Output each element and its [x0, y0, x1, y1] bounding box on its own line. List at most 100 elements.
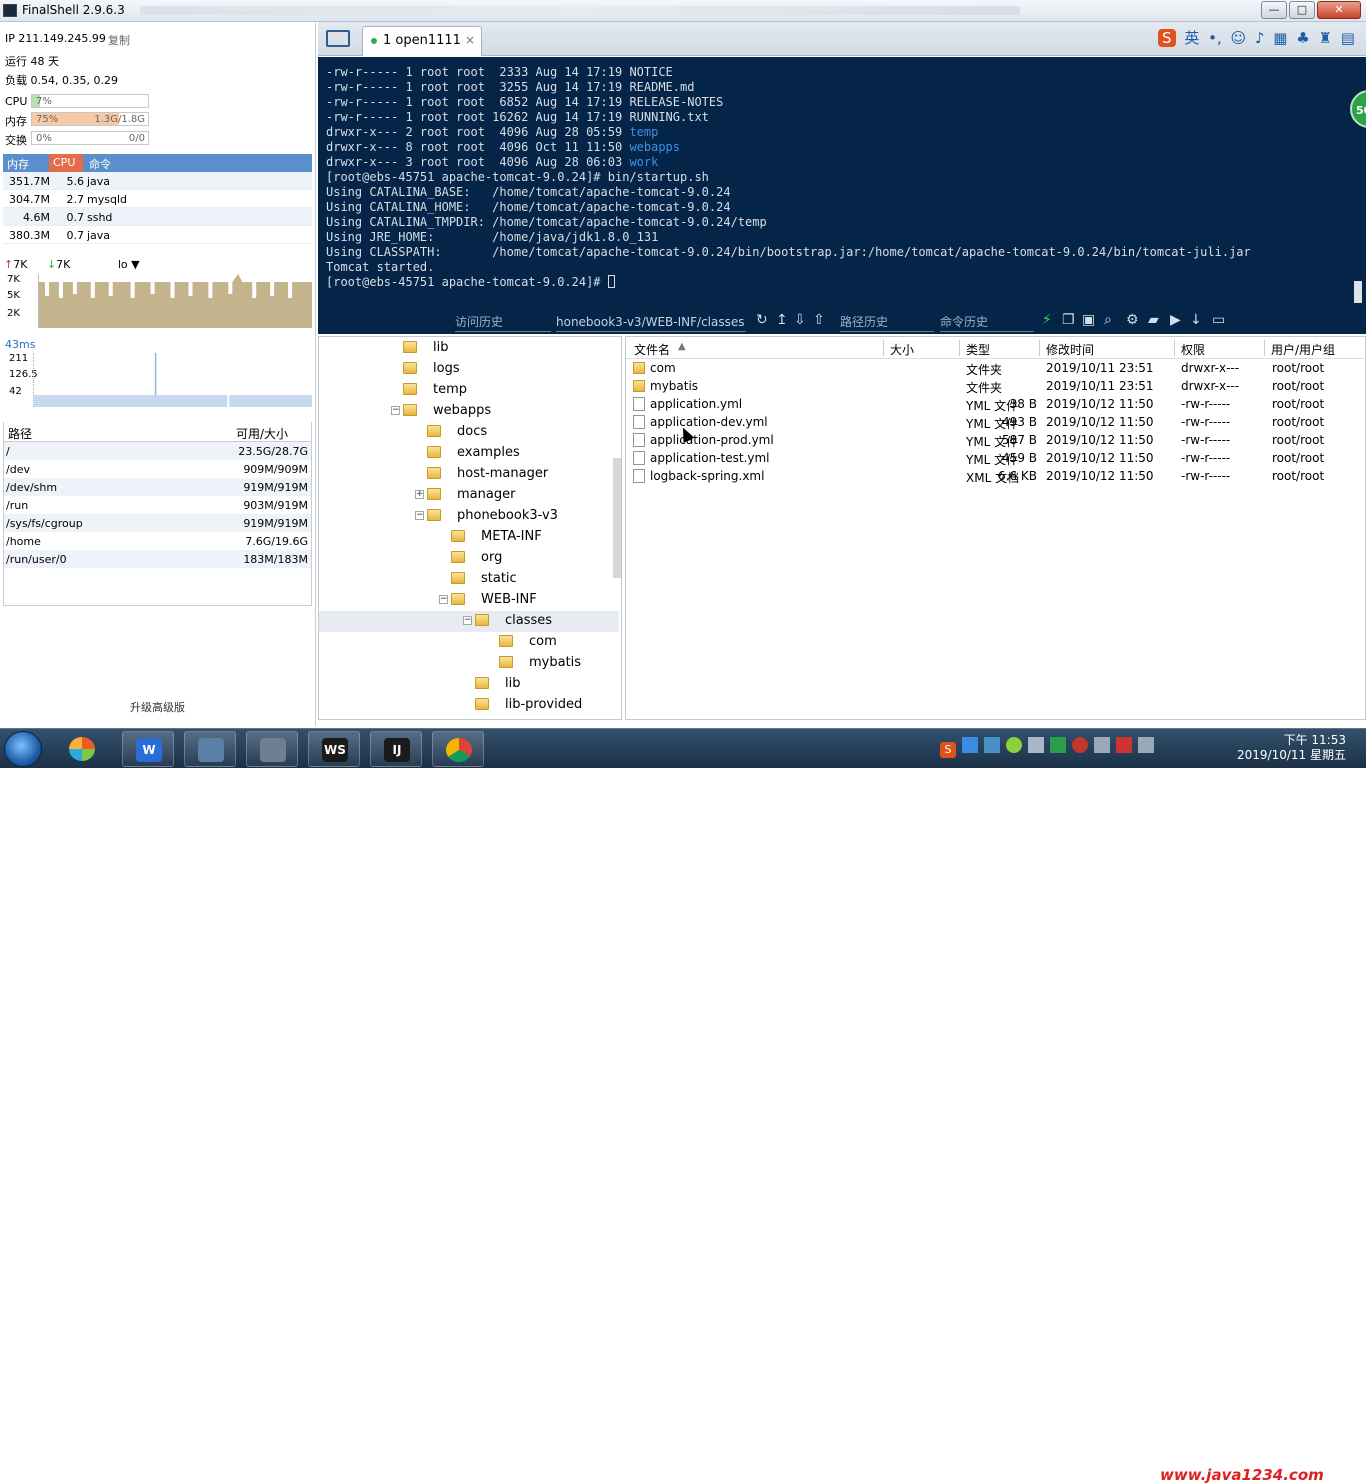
- maximize-button[interactable]: □: [1289, 1, 1315, 19]
- mic-icon[interactable]: ♪: [1255, 29, 1265, 47]
- process-row[interactable]: 304.7M 2.7 mysqld: [3, 190, 312, 208]
- tree-item[interactable]: org: [319, 548, 619, 569]
- lightning-icon[interactable]: ⚡: [1042, 312, 1052, 328]
- command-history[interactable]: 命令历史: [940, 312, 1034, 332]
- col-mtime[interactable]: 修改时间: [1046, 341, 1094, 358]
- file-row[interactable]: logback-spring.xml 6.6 KB XML 文档 2019/10/12…: [626, 467, 1366, 485]
- tree-expander-icon[interactable]: −: [415, 511, 424, 520]
- search-icon[interactable]: ⌕: [1104, 312, 1112, 328]
- grid-icon[interactable]: ▤: [1341, 29, 1355, 47]
- col-cpu[interactable]: CPU: [49, 154, 83, 172]
- download-icon[interactable]: ⇩: [794, 312, 806, 328]
- window-icon[interactable]: ▭: [1212, 312, 1225, 328]
- tree-item[interactable]: examples: [319, 443, 619, 464]
- tray-display-icon[interactable]: [1028, 737, 1044, 753]
- terminal-scrollbar[interactable]: [1354, 281, 1362, 303]
- process-row[interactable]: 351.7M 5.6 java: [3, 172, 312, 190]
- path-input[interactable]: honebook3-v3/WEB-INF/classes: [556, 312, 746, 332]
- gear-icon[interactable]: ⚙: [1126, 312, 1139, 328]
- refresh-icon[interactable]: ↻: [756, 312, 768, 328]
- visit-history[interactable]: 访问历史: [455, 312, 551, 332]
- sogou-tray-icon[interactable]: S: [940, 742, 956, 758]
- emoji-icon[interactable]: ☺: [1231, 29, 1247, 47]
- tree-expander-icon[interactable]: −: [391, 406, 400, 415]
- col-owner[interactable]: 用户/用户组: [1271, 341, 1335, 358]
- clock[interactable]: 下午 11:53 2019/10/11 星期五: [1237, 733, 1346, 763]
- file-row[interactable]: application-dev.yml 493 B YML 文件 2019/10/12…: [626, 413, 1366, 431]
- file-row[interactable]: application-test.yml 459 B YML 文件 2019/10/1…: [626, 449, 1366, 467]
- punctuation-icon[interactable]: •,: [1208, 29, 1222, 47]
- tree-item[interactable]: − webapps: [319, 401, 619, 422]
- tree-item[interactable]: lib: [319, 674, 619, 695]
- upload-icon[interactable]: ⇧: [813, 312, 825, 328]
- col-type[interactable]: 类型: [966, 341, 990, 358]
- process-row[interactable]: 4.6M 0.7 sshd: [3, 208, 312, 226]
- path-history[interactable]: 路径历史: [840, 312, 934, 332]
- minimize-button[interactable]: —: [1261, 1, 1287, 19]
- tree-scrollbar[interactable]: [613, 458, 621, 578]
- sort-asc-icon[interactable]: ▲: [678, 341, 686, 352]
- col-filename[interactable]: 文件名: [634, 341, 670, 358]
- tree-expander-icon[interactable]: +: [415, 490, 424, 499]
- keyboard-icon[interactable]: ▦: [1273, 29, 1287, 47]
- tray-app-icon[interactable]: [962, 737, 978, 753]
- taskbar-app-chrome[interactable]: [432, 731, 484, 767]
- disk-row[interactable]: /run/user/0 183M/183M: [4, 550, 311, 568]
- folder-icon[interactable]: [326, 30, 350, 47]
- col-perm[interactable]: 权限: [1181, 341, 1205, 358]
- paste-icon[interactable]: ▣: [1082, 312, 1095, 328]
- ime-language[interactable]: 英: [1184, 27, 1199, 48]
- tree-item[interactable]: + manager: [319, 485, 619, 506]
- col-mem[interactable]: 内存: [7, 156, 29, 172]
- shirt-icon[interactable]: ♜: [1319, 29, 1332, 47]
- disk-row[interactable]: /dev/shm 919M/919M: [4, 478, 311, 496]
- col-size[interactable]: 大小: [890, 341, 914, 358]
- disk-row[interactable]: /dev 909M/909M: [4, 460, 311, 478]
- arrow-down-icon[interactable]: ↓: [1190, 312, 1202, 328]
- tray-flag-icon[interactable]: [1116, 737, 1132, 753]
- play-icon[interactable]: ▶: [1170, 312, 1181, 328]
- interface-select[interactable]: lo: [118, 258, 128, 271]
- taskbar-app-wps[interactable]: W: [122, 731, 174, 767]
- process-row[interactable]: 380.3M 0.7 java: [3, 226, 312, 244]
- tray-shield-icon[interactable]: [1050, 737, 1066, 753]
- disk-row[interactable]: / 23.5G/28.7G: [4, 442, 311, 460]
- tree-item[interactable]: lib-provided: [319, 695, 619, 716]
- tray-volume-icon[interactable]: [1138, 737, 1154, 753]
- tree-item[interactable]: com: [319, 632, 619, 653]
- disk-row[interactable]: /sys/fs/cgroup 919M/919M: [4, 514, 311, 532]
- col-size[interactable]: 可用/大小: [236, 425, 288, 442]
- disk-row[interactable]: /run 903M/919M: [4, 496, 311, 514]
- taskbar-app-finalshell[interactable]: [246, 731, 298, 767]
- file-row[interactable]: mybatis 文件夹 2019/10/11 23:51 drwxr-x--- root…: [626, 377, 1366, 395]
- taskbar-app-webstorm[interactable]: WS: [308, 731, 360, 767]
- tree-item[interactable]: temp: [319, 380, 619, 401]
- close-button[interactable]: ✕: [1317, 1, 1361, 19]
- folder-open-icon[interactable]: ▰: [1148, 312, 1159, 328]
- tree-item[interactable]: lib: [319, 338, 619, 359]
- upgrade-link[interactable]: 升级高级版: [130, 699, 185, 715]
- copy-ip-button[interactable]: 复制: [108, 32, 130, 48]
- sogou-icon[interactable]: S: [1158, 29, 1176, 47]
- file-row[interactable]: com 文件夹 2019/10/11 23:51 drwxr-x--- root/roo…: [626, 359, 1366, 377]
- taskbar-app-mysql[interactable]: [184, 731, 236, 767]
- tab-close-icon[interactable]: ×: [465, 33, 475, 47]
- col-cmd[interactable]: 命令: [89, 156, 111, 172]
- taskbar-app-intellij[interactable]: IJ: [370, 731, 422, 767]
- tree-item[interactable]: docs: [319, 422, 619, 443]
- file-row[interactable]: application-prod.yml 587 B YML 文件 2019/10/1…: [626, 431, 1366, 449]
- disk-row[interactable]: /home 7.6G/19.6G: [4, 532, 311, 550]
- tree-item[interactable]: − WEB-INF: [319, 590, 619, 611]
- taskbar-app-colors[interactable]: [56, 731, 108, 767]
- tray-red-icon[interactable]: [1072, 737, 1088, 753]
- copy-icon[interactable]: ❐: [1062, 312, 1075, 328]
- tray-cube-icon[interactable]: [984, 737, 1000, 753]
- tree-item[interactable]: static: [319, 569, 619, 590]
- tray-network-icon[interactable]: [1094, 737, 1110, 753]
- tree-item[interactable]: META-INF: [319, 527, 619, 548]
- up-dir-icon[interactable]: ↥: [776, 312, 788, 328]
- tree-item[interactable]: − phonebook3-v3: [319, 506, 619, 527]
- skin-icon[interactable]: ♣: [1296, 29, 1309, 47]
- file-row[interactable]: application.yml 38 B YML 文件 2019/10/12 11:5…: [626, 395, 1366, 413]
- tree-expander-icon[interactable]: −: [463, 616, 472, 625]
